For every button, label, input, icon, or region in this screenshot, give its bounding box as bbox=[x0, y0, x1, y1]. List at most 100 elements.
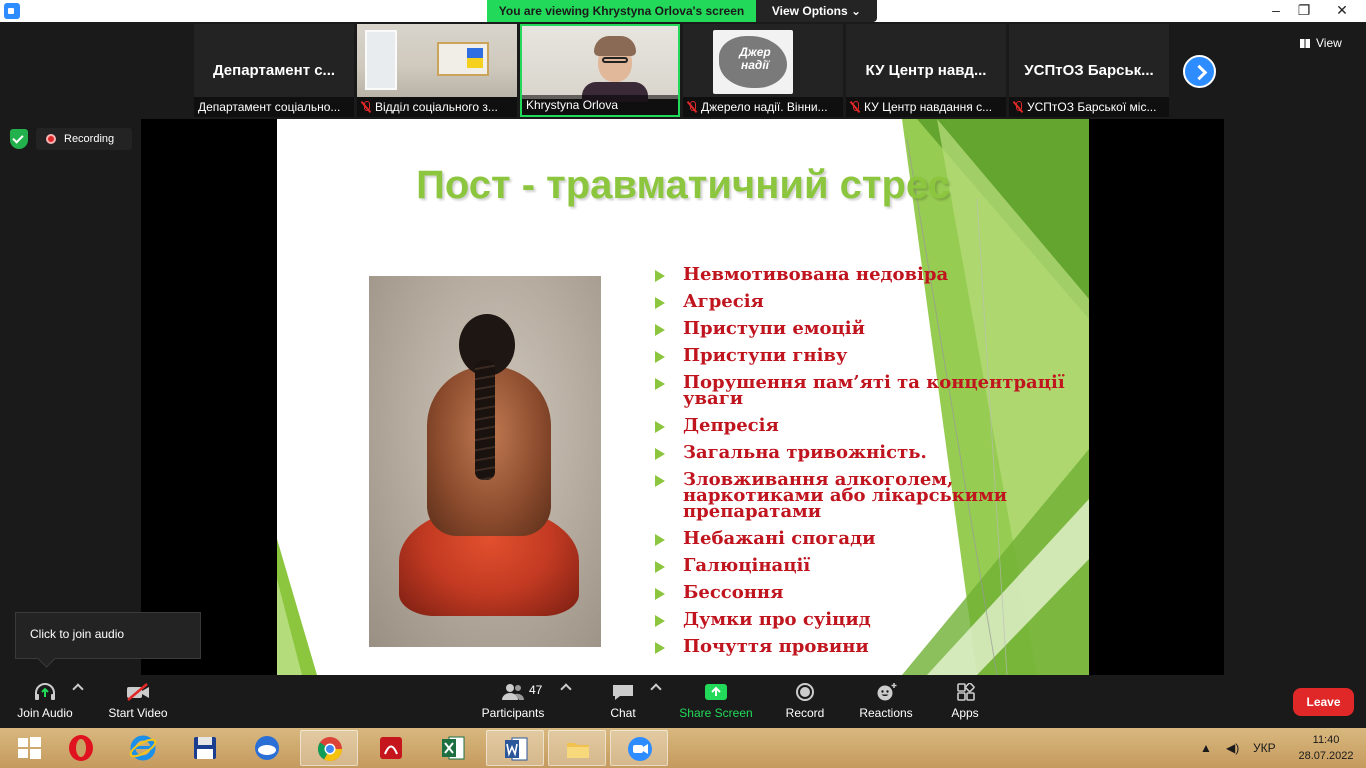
flag-icon bbox=[467, 48, 483, 68]
next-page-icon[interactable] bbox=[1183, 55, 1216, 88]
list-item: Приступи гніву bbox=[653, 347, 1073, 365]
view-button[interactable]: View bbox=[1300, 32, 1360, 54]
taskbar-excel[interactable] bbox=[424, 730, 482, 766]
participant-tile[interactable]: КУ Центр навд... КУ Центр навдання с... bbox=[846, 24, 1006, 117]
chevron-down-icon: ⌄ bbox=[851, 4, 862, 18]
participant-tile[interactable]: Джер надії Джерело надії. Вінни... bbox=[683, 24, 843, 117]
participant-tile[interactable]: Департамент с... Департамент соціально..… bbox=[194, 24, 354, 117]
restore-button[interactable]: ❐ bbox=[1290, 0, 1318, 22]
close-button[interactable]: ✕ bbox=[1318, 0, 1366, 22]
view-options-button[interactable]: View Options ⌄ bbox=[756, 0, 877, 22]
taskbar-file-explorer[interactable] bbox=[548, 730, 606, 766]
list-item: Галюцінації bbox=[653, 557, 1073, 575]
record-icon bbox=[796, 683, 814, 701]
participant-name: Khrystyna Orlova bbox=[522, 95, 678, 115]
leave-button[interactable]: Leave bbox=[1293, 688, 1354, 716]
zoom-icon bbox=[628, 737, 652, 761]
slide-photo bbox=[369, 276, 601, 647]
pdf-icon bbox=[380, 737, 402, 759]
zoom-app-icon bbox=[4, 3, 20, 19]
list-item: Небажані спогади bbox=[653, 530, 1073, 548]
participant-tile[interactable]: УСПтОЗ Барськ... УСПтОЗ Барської міс... bbox=[1009, 24, 1169, 117]
logo-text: Джер надії bbox=[739, 45, 771, 72]
join-audio-tooltip: Click to join audio bbox=[15, 612, 201, 659]
chat-options-caret[interactable] bbox=[650, 683, 662, 695]
participants-options-caret[interactable] bbox=[560, 683, 572, 695]
reactions-button[interactable]: Reactions bbox=[856, 675, 916, 728]
zoom-window: You are viewing Khrystyna Orlova's scree… bbox=[0, 0, 1366, 768]
taskbar-weather[interactable] bbox=[238, 730, 296, 766]
opera-icon bbox=[69, 735, 93, 761]
list-item: Почуття провини bbox=[653, 638, 1073, 656]
clock-date: 28.07.2022 bbox=[1298, 750, 1354, 762]
chat-icon bbox=[613, 685, 633, 700]
mic-muted-icon bbox=[850, 101, 860, 113]
record-dot-icon bbox=[46, 134, 56, 144]
taskbar-chrome[interactable] bbox=[300, 730, 358, 766]
chrome-icon bbox=[318, 737, 342, 762]
language-indicator[interactable]: УКР bbox=[1253, 728, 1276, 768]
headphones-icon bbox=[35, 683, 55, 700]
excel-icon bbox=[442, 736, 465, 760]
internet-explorer-icon bbox=[129, 735, 157, 761]
title-bar: You are viewing Khrystyna Orlova's scree… bbox=[0, 0, 1366, 22]
share-screen-icon bbox=[705, 684, 727, 700]
weather-cloud-icon bbox=[255, 736, 279, 760]
tray-expand-icon[interactable]: ▲ bbox=[1200, 728, 1212, 768]
recording-indicator[interactable]: Recording bbox=[36, 128, 132, 150]
list-item: Бессоння bbox=[653, 584, 1073, 602]
participant-logo: Джер надії bbox=[713, 30, 793, 94]
taskbar-acrobat[interactable] bbox=[362, 730, 420, 766]
list-item: Порушення пам’яті та концентрації уваги bbox=[653, 374, 1073, 408]
presentation-slide: Пост - травматичний стрес Невмотивована … bbox=[277, 119, 1089, 675]
participants-count: 47 bbox=[529, 683, 543, 697]
share-screen-button[interactable]: Share Screen bbox=[676, 675, 756, 728]
list-item: Приступи емоцій bbox=[653, 320, 1073, 338]
participant-tile[interactable]: Відділ соціального з... bbox=[357, 24, 517, 117]
windows-logo-icon bbox=[18, 737, 41, 759]
meeting-toolbar: Join Audio Start Video Participants 47 C… bbox=[0, 675, 1366, 728]
taskbar-zoom[interactable] bbox=[610, 730, 668, 766]
floppy-disk-icon bbox=[194, 737, 216, 759]
folder-icon bbox=[567, 743, 589, 758]
list-item: Зловживання алкоголем, наркотиками або л… bbox=[653, 471, 1073, 521]
word-icon bbox=[505, 737, 528, 761]
chat-button[interactable]: Chat bbox=[598, 675, 648, 728]
mic-muted-icon bbox=[361, 101, 371, 113]
taskbar-clock[interactable]: 11:40 28.07.2022 bbox=[1296, 732, 1356, 764]
list-item: Невмотивована недовіра bbox=[653, 266, 1073, 284]
participant-name: Джерело надії. Вінни... bbox=[683, 97, 843, 117]
participant-tile-active-speaker[interactable]: Khrystyna Orlova bbox=[520, 24, 680, 117]
participant-video bbox=[357, 24, 517, 97]
apps-icon bbox=[957, 683, 975, 701]
participant-name: Відділ соціального з... bbox=[357, 97, 517, 117]
taskbar-opera[interactable] bbox=[52, 730, 110, 766]
mic-muted-icon bbox=[1013, 101, 1023, 113]
grid-icon bbox=[1300, 39, 1310, 48]
volume-icon[interactable]: ◀) bbox=[1226, 728, 1239, 768]
minimize-button[interactable]: – bbox=[1262, 0, 1290, 22]
taskbar-word[interactable] bbox=[486, 730, 544, 766]
slide-bullet-list: Невмотивована недовіра Агресія Приступи … bbox=[653, 266, 1073, 656]
participant-video bbox=[522, 26, 678, 102]
clock-time: 11:40 bbox=[1312, 734, 1340, 746]
taskbar-save-app[interactable] bbox=[176, 730, 234, 766]
start-button[interactable] bbox=[0, 730, 58, 766]
apps-button[interactable]: Apps bbox=[940, 675, 990, 728]
windows-taskbar: ▲ ◀) УКР 11:40 28.07.2022 bbox=[0, 728, 1366, 768]
participants-icon bbox=[502, 684, 525, 700]
participant-name: Департамент соціально... bbox=[194, 97, 354, 117]
record-button[interactable]: Record bbox=[780, 675, 830, 728]
participant-name: УСПтОЗ Барської міс... bbox=[1009, 97, 1169, 117]
emoji-icon bbox=[877, 683, 897, 701]
encryption-shield-icon[interactable] bbox=[10, 129, 28, 149]
list-item: Агресія bbox=[653, 293, 1073, 311]
mic-muted-icon bbox=[687, 101, 697, 113]
list-item: Депресія bbox=[653, 417, 1073, 435]
taskbar-internet-explorer[interactable] bbox=[114, 730, 172, 766]
share-banner: You are viewing Khrystyna Orlova's scree… bbox=[487, 0, 756, 22]
join-audio-button[interactable]: Join Audio bbox=[10, 675, 80, 728]
start-video-button[interactable]: Start Video bbox=[100, 675, 176, 728]
video-off-icon bbox=[127, 683, 149, 701]
participant-name: КУ Центр навдання с... bbox=[846, 97, 1006, 117]
